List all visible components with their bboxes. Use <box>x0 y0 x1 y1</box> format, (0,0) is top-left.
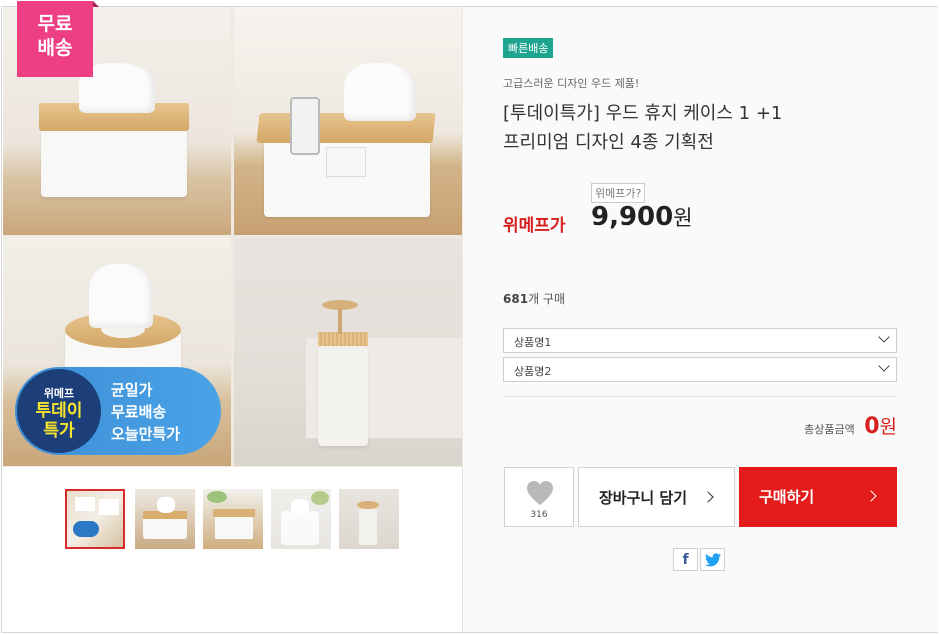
total-label: 총상품금액 <box>804 423 855 436</box>
price: 9,900원 <box>591 202 693 232</box>
chevron-down-icon <box>878 360 890 372</box>
option-select-1[interactable]: 상품명1 <box>503 328 897 353</box>
product-subtitle: 고급스러운 디자인 우드 제품! <box>503 77 640 90</box>
product-title-line2: 프리미엄 디자인 4종 기획전 <box>503 132 714 153</box>
thumbnail-4[interactable] <box>271 489 331 549</box>
free-shipping-line2: 배송 <box>37 37 73 59</box>
buy-label: 구매하기 <box>759 488 815 506</box>
buy-now-button[interactable]: 구매하기 <box>739 467 897 527</box>
chevron-right-icon <box>702 491 714 503</box>
heart-icon <box>527 481 553 505</box>
total-unit: 원 <box>879 416 897 438</box>
promo-title-1: 투데이 <box>35 401 83 421</box>
chevron-right-icon <box>865 490 877 502</box>
twitter-share-icon[interactable] <box>700 548 725 571</box>
free-shipping-badge: 무료 배송 <box>17 1 99 77</box>
cart-label: 장바구니 담기 <box>599 489 688 507</box>
option-select-1-value: 상품명1 <box>514 336 552 349</box>
thumbnail-2[interactable] <box>135 489 195 549</box>
image-toothpick-holder <box>234 238 462 466</box>
promo-line-free-shipping: 무료배송 <box>111 403 167 421</box>
fast-delivery-badge: 빠른배송 <box>503 38 554 58</box>
facebook-share-icon[interactable]: f <box>673 548 698 571</box>
divider <box>503 396 897 397</box>
sold-count-suffix: 개 구매 <box>528 292 565 306</box>
image-organizer-box <box>234 7 462 235</box>
promo-line-today-only: 오늘만특가 <box>111 425 181 443</box>
price-amount: 9,900 <box>591 202 674 232</box>
option-select-2-value: 상품명2 <box>514 365 552 378</box>
thumbnail-5[interactable] <box>339 489 399 549</box>
product-title-line1: [투데이특가] 우드 휴지 케이스 1 +1 <box>503 103 783 124</box>
product-frame: 무료 배송 위메프 투데이 특가 균일가 무료배송 오늘만특가 빠른배송 고급스… <box>1 1 938 633</box>
product-gallery: 무료 배송 위메프 투데이 특가 균일가 무료배송 오늘만특가 <box>2 1 463 632</box>
add-to-cart-button[interactable]: 장바구니 담기 <box>578 467 735 527</box>
like-count: 316 <box>530 510 548 520</box>
price-unit: 원 <box>673 206 693 230</box>
chevron-down-icon <box>878 331 890 343</box>
price-label: 위메프가 <box>503 216 566 236</box>
product-info: 빠른배송 고급스러운 디자인 우드 제품! [투데이특가] 우드 휴지 케이스 … <box>463 7 938 632</box>
price-info-button[interactable]: 위메프가? <box>591 183 646 203</box>
option-select-2[interactable]: 상품명2 <box>503 357 897 382</box>
sold-count: 681개 구매 <box>503 290 565 307</box>
promo-brand-circle: 위메프 투데이 특가 <box>17 369 101 453</box>
promo-title-2: 특가 <box>43 421 75 441</box>
promo-line-uniform-price: 균일가 <box>111 381 153 399</box>
twitter-bird-icon <box>704 553 721 567</box>
like-button[interactable]: 316 <box>504 467 574 527</box>
thumbnail-1[interactable] <box>65 489 125 549</box>
promo-lines: 균일가 무료배송 오늘만특가 <box>111 379 180 445</box>
free-shipping-line1: 무료 <box>37 13 73 35</box>
promo-brand: 위메프 <box>43 387 75 400</box>
today-special-sticker: 위메프 투데이 특가 균일가 무료배송 오늘만특가 <box>15 367 221 455</box>
total-amount: 0 <box>864 414 880 439</box>
sold-count-number: 681 <box>503 292 529 306</box>
total-price: 총상품금액 0원 <box>804 412 897 439</box>
thumbnail-3[interactable] <box>203 489 263 549</box>
product-title: [투데이특가] 우드 휴지 케이스 1 +1 프리미엄 디자인 4종 기획전 <box>503 99 883 157</box>
